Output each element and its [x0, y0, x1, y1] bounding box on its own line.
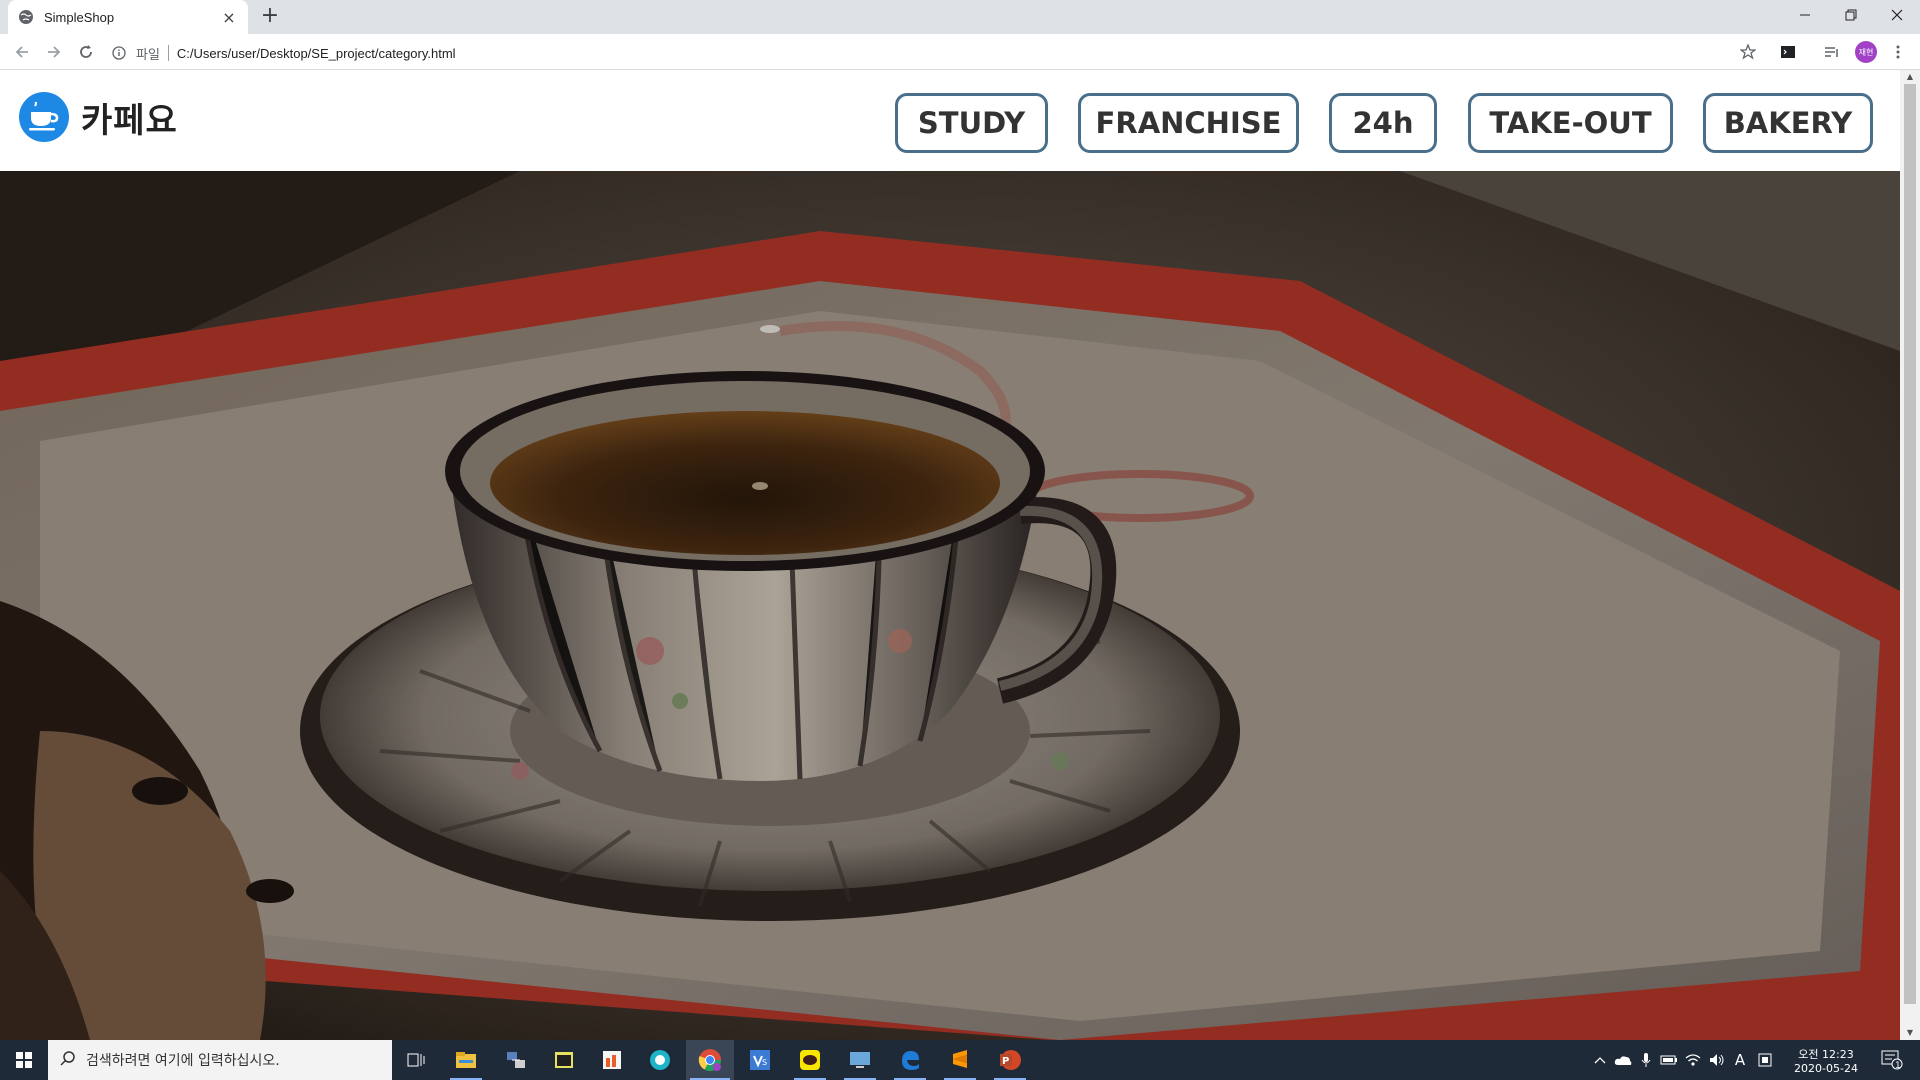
tab-close-icon[interactable]: ×: [220, 8, 238, 27]
visual-studio-icon[interactable]: S: [736, 1040, 784, 1080]
battery-icon[interactable]: [1658, 1040, 1680, 1080]
kakaotalk-icon[interactable]: [786, 1040, 834, 1080]
close-window-icon[interactable]: [1874, 0, 1920, 30]
search-placeholder: 검색하려면 여기에 입력하십시오.: [86, 1053, 280, 1069]
page-viewport: 카페요 STUDY FRANCHISE 24h TAKE-OUT BAKERY: [0, 70, 1920, 1040]
media-playlist-icon[interactable]: [1820, 40, 1844, 64]
search-icon: [60, 1050, 76, 1070]
more-menu-icon[interactable]: [1886, 40, 1910, 64]
browser-tabstrip: SimpleShop × +: [0, 0, 1920, 34]
chrome-icon[interactable]: [686, 1040, 734, 1080]
svg-text:S: S: [762, 1058, 767, 1067]
taskbar-search-box[interactable]: 검색하려면 여기에 입력하십시오.: [48, 1040, 392, 1080]
coffee-cup-icon: [19, 92, 69, 142]
restore-icon[interactable]: [1828, 0, 1874, 30]
volume-icon[interactable]: [1706, 1040, 1728, 1080]
svg-text:P: P: [1002, 1056, 1009, 1067]
forward-arrow-icon[interactable]: [42, 40, 66, 64]
taskbar-clock[interactable]: 오전 12:23 2020-05-24: [1786, 1040, 1866, 1080]
nav-24h-button[interactable]: 24h: [1329, 93, 1437, 153]
minimize-icon[interactable]: [1782, 0, 1828, 30]
office-app-icon[interactable]: [588, 1040, 636, 1080]
page-scrollbar[interactable]: ▲ ▼: [1900, 70, 1920, 1040]
task-view-icon[interactable]: [392, 1040, 440, 1080]
omnibox-divider: [167, 45, 169, 61]
file-explorer-icon[interactable]: [442, 1040, 490, 1080]
back-arrow-icon[interactable]: [10, 40, 34, 64]
profile-avatar[interactable]: 재현: [1854, 40, 1878, 64]
notification-count-badge: 1: [1895, 1061, 1901, 1071]
tray-expand-chevron-icon[interactable]: [1590, 1040, 1610, 1080]
powerpoint-icon[interactable]: P: [986, 1040, 1034, 1080]
nav-bakery-button[interactable]: BAKERY: [1703, 93, 1873, 153]
browser-toolbar: 파일 C:/Users/user/Desktop/SE_project/cate…: [0, 34, 1920, 70]
url-text[interactable]: C:/Users/user/Desktop/SE_project/categor…: [177, 46, 456, 61]
scroll-up-arrow-icon[interactable]: ▲: [1900, 70, 1920, 84]
coffee-cup-photo: [0, 171, 1900, 1040]
new-tab-button[interactable]: +: [258, 5, 282, 29]
bookmark-star-icon[interactable]: [1736, 40, 1760, 64]
scroll-down-arrow-icon[interactable]: ▼: [1900, 1026, 1920, 1040]
microphone-icon[interactable]: [1636, 1040, 1656, 1080]
scheme-label: 파일: [136, 46, 160, 62]
nav-takeout-button[interactable]: TAKE-OUT: [1468, 93, 1673, 153]
reload-icon[interactable]: [74, 40, 98, 64]
photo-app-icon[interactable]: [636, 1040, 684, 1080]
site-logo[interactable]: 카페요: [19, 92, 178, 142]
browser-tab[interactable]: SimpleShop ×: [8, 0, 248, 34]
tab-title: SimpleShop: [44, 9, 115, 25]
ime-language-indicator[interactable]: A: [1730, 1040, 1750, 1080]
hero-image: [0, 171, 1900, 1040]
onedrive-cloud-icon[interactable]: [1612, 1040, 1634, 1080]
network-app-icon[interactable]: [492, 1040, 540, 1080]
remote-desktop-icon[interactable]: [836, 1040, 884, 1080]
address-bar[interactable]: 파일 C:/Users/user/Desktop/SE_project/cate…: [110, 40, 1770, 66]
clock-time: 오전 12:23: [1798, 1047, 1854, 1061]
korean-ime-mode-icon[interactable]: [1754, 1040, 1776, 1080]
edge-icon[interactable]: [886, 1040, 934, 1080]
site-header: 카페요 STUDY FRANCHISE 24h TAKE-OUT BAKERY: [0, 70, 1900, 171]
globe-icon: [18, 9, 34, 25]
windows-start-icon[interactable]: [0, 1040, 48, 1080]
nav-franchise-button[interactable]: FRANCHISE: [1078, 93, 1299, 153]
clock-date: 2020-05-24: [1794, 1061, 1858, 1075]
windows-taskbar: 검색하려면 여기에 입력하십시오. S P A 오전 12:23 2020-05…: [0, 1040, 1920, 1080]
wifi-icon[interactable]: [1682, 1040, 1704, 1080]
notification-center-icon[interactable]: 1: [1874, 1040, 1910, 1080]
scroll-thumb[interactable]: [1904, 84, 1916, 1004]
sublime-text-icon[interactable]: [936, 1040, 984, 1080]
info-icon[interactable]: [110, 44, 128, 62]
nav-study-button[interactable]: STUDY: [895, 93, 1048, 153]
avatar: 재현: [1855, 41, 1877, 63]
logo-text: 카페요: [81, 100, 178, 141]
notepad-app-icon[interactable]: [540, 1040, 588, 1080]
terminal-extension-icon[interactable]: [1776, 40, 1800, 64]
